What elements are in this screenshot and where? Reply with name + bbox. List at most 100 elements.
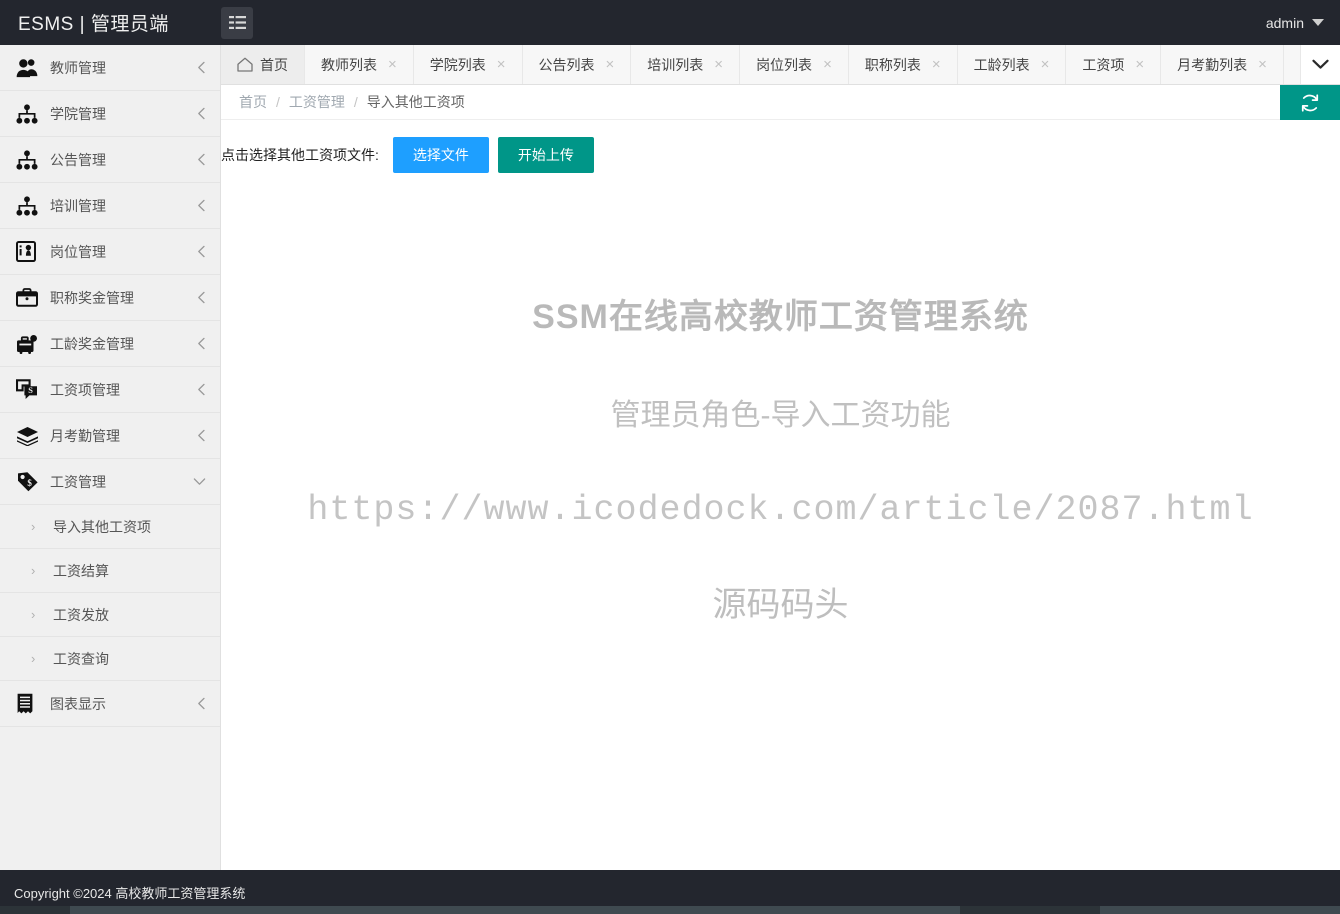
sidebar-subitem-label: 工资发放 (53, 606, 109, 623)
sidebar-item-4[interactable]: 岗位管理 (0, 229, 220, 275)
tab-label: 首页 (260, 56, 288, 73)
sidebar-item-label: 教师管理 (50, 59, 106, 76)
breadcrumb-item-2: 导入其他工资项 (366, 94, 465, 110)
tab-1[interactable]: 教师列表 × (305, 45, 414, 84)
tab-5[interactable]: 岗位列表 × (740, 45, 849, 84)
tab-4[interactable]: 培训列表 × (631, 45, 741, 84)
sidebar-item-label: 图表显示 (50, 695, 106, 712)
money-bubble-icon: S (16, 379, 46, 400)
close-icon[interactable]: × (1258, 57, 1267, 72)
tab-label: 工资项 (1082, 56, 1125, 73)
tab-label: 教师列表 (321, 56, 377, 73)
sidebar-item-label: 学院管理 (50, 105, 106, 122)
chevron-left-icon[interactable] (197, 337, 206, 350)
refresh-icon[interactable] (1280, 85, 1340, 120)
app-brand: ESMS | 管理员端 (18, 14, 169, 35)
user-name: admin (1265, 14, 1304, 31)
sidebar-item-9[interactable]: $ 工资管理 (0, 459, 220, 505)
chevron-left-icon[interactable] (197, 245, 206, 258)
hamburger-menu-icon[interactable] (221, 6, 253, 39)
chevron-left-icon[interactable] (197, 61, 206, 74)
sidebar-subitem-1[interactable]: › 工资结算 (0, 549, 220, 593)
layers-stack-icon (16, 426, 46, 446)
sidebar-item-label: 公告管理 (50, 151, 106, 168)
org-tree-icon (16, 195, 46, 216)
tab-7[interactable]: 工龄列表 × (957, 45, 1067, 84)
sidebar-item-label: 月考勤管理 (50, 427, 120, 444)
sidebar-item-label: 工资项管理 (50, 381, 120, 398)
tab-6[interactable]: 职称列表 × (848, 45, 958, 84)
main-content: 点击选择其他工资项文件: 选择文件 开始上传 SSM在线高校教师工资管理系统 管… (221, 120, 1340, 870)
chevron-left-icon[interactable] (197, 107, 206, 120)
breadcrumb-item-0[interactable]: 首页 (239, 94, 267, 110)
org-tree-icon (16, 103, 46, 124)
tab-label: 公告列表 (538, 56, 595, 73)
sidebar-subitem-2[interactable]: › 工资发放 (0, 593, 220, 637)
tab-overflow-button[interactable] (1300, 45, 1340, 84)
home-icon (237, 57, 253, 72)
chevron-down-icon (1312, 19, 1324, 26)
sidebar-item-label: 岗位管理 (50, 243, 106, 260)
close-icon[interactable]: × (714, 57, 723, 72)
chevron-left-icon[interactable] (197, 199, 206, 212)
tab-label: 月考勤列表 (1177, 56, 1248, 73)
sidebar-subitem-3[interactable]: › 工资查询 (0, 637, 220, 681)
chevron-left-icon[interactable] (197, 383, 206, 396)
close-icon[interactable]: × (1135, 57, 1144, 72)
sidebar-item-trailing-0[interactable]: 图表显示 (0, 681, 220, 727)
breadcrumb: 首页 / 工资管理 / 导入其他工资项 (221, 92, 465, 112)
sidebar-item-1[interactable]: 学院管理 (0, 91, 220, 137)
breadcrumb-bar: 首页 / 工资管理 / 导入其他工资项 (221, 85, 1340, 120)
close-icon[interactable]: × (497, 57, 506, 72)
top-header: ESMS | 管理员端 admin (0, 0, 1340, 45)
start-upload-button[interactable]: 开始上传 (497, 137, 594, 173)
close-icon[interactable]: × (388, 57, 397, 72)
tab-3[interactable]: 公告列表 × (522, 45, 632, 84)
receipt-chart-icon (16, 693, 46, 714)
sidebar-item-6[interactable]: 工龄奖金管理 (0, 321, 220, 367)
breadcrumb-item-1[interactable]: 工资管理 (289, 94, 345, 110)
sidebar-item-label: 职称奖金管理 (50, 289, 134, 306)
sidebar-item-7[interactable]: S 工资项管理 (0, 367, 220, 413)
sidebar-item-8[interactable]: 月考勤管理 (0, 413, 220, 459)
sidebar-item-2[interactable]: 公告管理 (0, 137, 220, 183)
users-group-icon (16, 58, 46, 78)
upload-control-row: 点击选择其他工资项文件: 选择文件 开始上传 (221, 120, 1340, 173)
sidebar-subitem-0[interactable]: › 导入其他工资项 (0, 505, 220, 549)
sidebar-item-3[interactable]: 培训管理 (0, 183, 220, 229)
tab-label: 学院列表 (429, 56, 486, 73)
price-tag-money-icon: $ (16, 471, 46, 492)
close-icon[interactable]: × (932, 57, 941, 72)
os-taskbar-strip (0, 906, 1340, 914)
tab-9[interactable]: 月考勤列表 × (1161, 45, 1284, 84)
sidebar-subitem-label: 工资结算 (53, 562, 109, 579)
chevron-right-icon: › (31, 519, 36, 534)
chevron-left-icon[interactable] (197, 697, 206, 710)
tab-0[interactable]: 首页 (221, 45, 305, 84)
upload-label: 点击选择其他工资项文件: (221, 147, 379, 163)
sidebar-item-label: 工资管理 (50, 473, 106, 490)
user-menu[interactable]: admin (1266, 15, 1340, 31)
sidebar-item-0[interactable]: 教师管理 (0, 45, 220, 91)
tab-label: 工龄列表 (973, 56, 1030, 73)
money-briefcase-icon (16, 334, 46, 354)
briefcase-icon (16, 288, 46, 307)
chevron-left-icon[interactable] (197, 291, 206, 304)
chevron-down-icon[interactable] (193, 477, 206, 486)
close-icon[interactable]: × (823, 57, 832, 72)
choose-file-button[interactable]: 选择文件 (392, 137, 489, 173)
chevron-left-icon[interactable] (197, 153, 206, 166)
org-tree-icon (16, 149, 46, 170)
close-icon[interactable]: × (606, 57, 615, 72)
tab-8[interactable]: 工资项 × (1066, 45, 1162, 84)
tab-2[interactable]: 学院列表 × (413, 45, 523, 84)
sidebar: 教师管理学院管理公告管理培训管理岗位管理职称奖金管理工龄奖金管理 S 工资项管理月考… (0, 45, 221, 870)
tab-label: 岗位列表 (756, 56, 813, 73)
sidebar-item-5[interactable]: 职称奖金管理 (0, 275, 220, 321)
close-icon[interactable]: × (1041, 57, 1050, 72)
chevron-left-icon[interactable] (197, 429, 206, 442)
id-badge-icon (16, 241, 46, 262)
svg-text:S: S (28, 386, 33, 395)
tab-bar: 首页 教师列表 × 学院列表 × 公告列表 × 培训列表 × 岗位列表 × 职称列表 × 工龄列表 × 工资项… (221, 45, 1340, 85)
watermark-line-2: 管理员角色-导入工资功能 (610, 399, 951, 432)
